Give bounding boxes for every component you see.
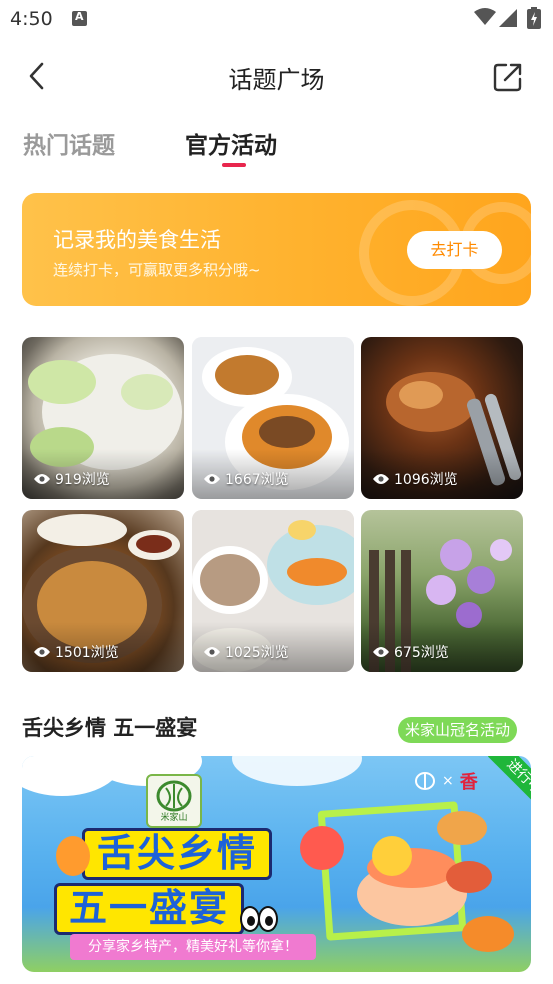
wifi-icon [474, 8, 496, 25]
event-section-title: 舌尖乡情 五一盛宴 [22, 716, 198, 740]
promo-headline-1: 舌尖乡情 [82, 828, 273, 880]
view-count: 919浏览 [33, 469, 110, 489]
banner-subtitle: 连续打卡，可赢取更多积分哦~ [53, 261, 261, 279]
view-count: 1025浏览 [203, 642, 289, 662]
banner-title: 记录我的美食生活 [53, 228, 221, 252]
brand-logo: 米家山 [146, 774, 202, 828]
tab-hot-topics[interactable]: 热门话题 [23, 126, 115, 160]
view-count: 1667浏览 [203, 469, 289, 489]
post-tile[interactable]: 1501浏览 [22, 510, 184, 672]
view-count-text: 919浏览 [55, 472, 110, 488]
a-notification-icon [72, 10, 87, 26]
fruit-illustration [56, 836, 90, 876]
view-count: 675浏览 [372, 642, 449, 662]
eye-icon [204, 474, 220, 484]
fruit-illustration [372, 836, 412, 876]
view-count-text: 1096浏览 [394, 472, 458, 488]
nav-bar: 话题广场 [0, 48, 553, 104]
brand-logo-icon [415, 772, 435, 790]
brand-logo-text: 米家山 [160, 813, 188, 823]
battery-icon [527, 7, 541, 29]
view-count-text: 675浏览 [394, 645, 449, 661]
status-bar: 4:50 [0, 0, 553, 38]
promo-headline-2: 五一盛宴 [54, 883, 245, 935]
view-count-text: 1667浏览 [225, 472, 289, 488]
cartoon-eye-icon [240, 906, 260, 932]
view-count-text: 1025浏览 [225, 645, 289, 661]
eye-icon [373, 474, 389, 484]
partner-brands: × 香 [414, 768, 478, 794]
partner-brand-name: 香 [459, 772, 478, 793]
share-button[interactable] [492, 61, 524, 93]
pie-illustration [446, 861, 492, 893]
eye-icon [204, 647, 220, 657]
status-badge: 进行中 [487, 756, 531, 814]
pie-illustration [462, 916, 514, 952]
eye-icon [34, 474, 50, 484]
post-tile[interactable]: 675浏览 [361, 510, 523, 672]
leaf-logo-icon [156, 780, 192, 812]
sponsor-tag: 米家山冠名活动 [398, 717, 518, 743]
cartoon-eye-icon [258, 906, 278, 932]
cross-icon: × [442, 773, 454, 789]
event-promo-banner[interactable]: 米家山 舌尖乡情 五一盛宴 分享家乡特产，精美好礼等你拿！ × 香 进行中 [22, 756, 531, 972]
signal-icon [499, 9, 517, 27]
view-count-text: 1501浏览 [55, 645, 119, 661]
post-tile[interactable]: 1025浏览 [192, 510, 354, 672]
tab-official-events[interactable]: 官方活动 [185, 126, 277, 160]
promo-share-text: 分享家乡特产，精美好礼等你拿！ [70, 934, 316, 960]
fruit-illustration [300, 826, 344, 870]
eye-icon [34, 647, 50, 657]
active-tab-indicator [222, 163, 246, 167]
share-external-icon [493, 63, 522, 92]
page-title: 话题广场 [228, 66, 325, 94]
pancake-illustration [437, 811, 487, 845]
post-tile[interactable]: 1096浏览 [361, 337, 523, 499]
status-time: 4:50 [10, 8, 53, 30]
post-tile[interactable]: 1667浏览 [192, 337, 354, 499]
post-grid: 919浏览 1667浏览 1096浏览 1501浏览 1025浏览 675浏览 [22, 337, 531, 672]
checkin-button[interactable]: 去打卡 [407, 231, 502, 269]
post-tile[interactable]: 919浏览 [22, 337, 184, 499]
eye-icon [373, 647, 389, 657]
tab-bar: 热门话题 官方活动 [0, 118, 553, 178]
view-count: 1096浏览 [372, 469, 458, 489]
view-count: 1501浏览 [33, 642, 119, 662]
checkin-banner[interactable]: 记录我的美食生活 连续打卡，可赢取更多积分哦~ 去打卡 [22, 193, 531, 306]
cloud-decoration [232, 756, 362, 786]
